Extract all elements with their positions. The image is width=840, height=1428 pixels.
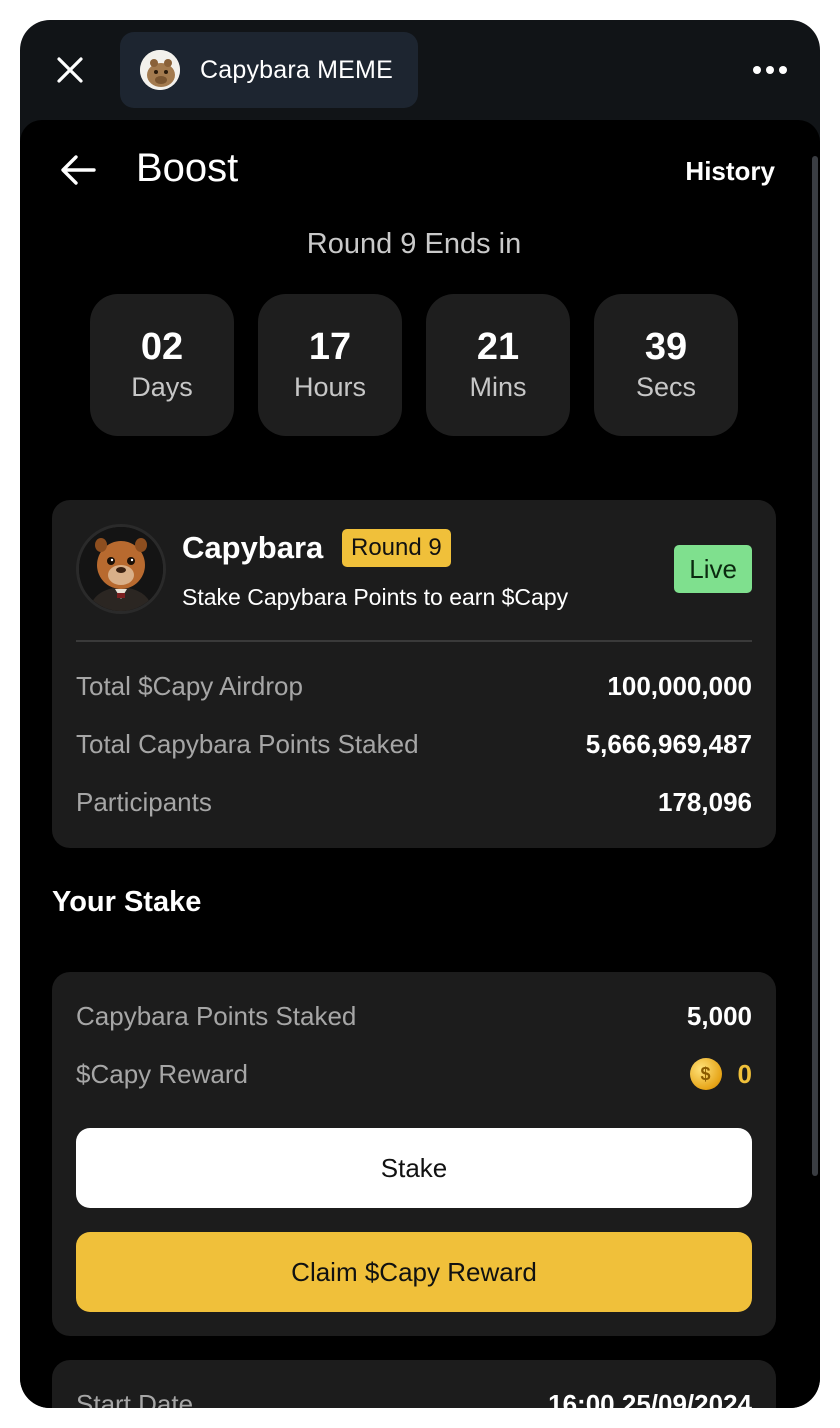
countdown-secs: 39 Secs — [594, 294, 738, 436]
app-avatar — [140, 50, 180, 90]
pool-info-card: Capybara Round 9 Live Stake Capybara Poi… — [52, 500, 776, 848]
countdown-mins: 21 Mins — [426, 294, 570, 436]
stake-row-points: Capybara Points Staked 5,000 — [76, 996, 752, 1036]
stat-label: Total Capybara Points Staked — [76, 728, 419, 759]
stake-points-value: 5,000 — [686, 1000, 752, 1031]
stat-label: Total $Capy Airdrop — [76, 670, 303, 701]
countdown-value: 17 — [308, 326, 352, 368]
countdown-timer: 02 Days 17 Hours 21 Mins 39 Secs — [90, 294, 738, 436]
stat-row-airdrop: Total $Capy Airdrop 100,000,000 — [76, 666, 752, 706]
countdown-unit: Secs — [635, 372, 697, 402]
countdown-unit: Hours — [293, 372, 367, 402]
countdown-value: 21 — [476, 326, 520, 368]
divider — [76, 640, 752, 642]
page-title: Boost — [136, 146, 239, 190]
countdown-unit: Mins — [469, 372, 527, 402]
countdown-unit: Days — [131, 372, 193, 402]
page-header: Boost History — [20, 120, 820, 220]
capybara-avatar-icon — [140, 50, 180, 90]
stake-points-label: Capybara Points Staked — [76, 1000, 357, 1031]
stat-row-participants: Participants 178,096 — [76, 782, 752, 822]
stat-value: 178,096 — [658, 786, 752, 817]
claim-reward-button[interactable]: Claim $Capy Reward — [76, 1232, 752, 1312]
mini-app-window: Capybara MEME Boost History Round 9 Ends… — [20, 20, 820, 1408]
date-row-start: Start Date 16:00 25/09/2024 — [76, 1384, 752, 1409]
boost-page: Boost History Round 9 Ends in 02 Days 17… — [20, 120, 820, 1408]
reward-value-group: $ 0 — [689, 1058, 752, 1090]
more-options-button[interactable] — [750, 56, 790, 84]
scrollbar[interactable] — [812, 156, 818, 1176]
round-dates-card: Start Date 16:00 25/09/2024 — [52, 1360, 776, 1408]
countdown-value: 39 — [644, 326, 688, 368]
status-badge: Live — [674, 545, 752, 593]
stat-label: Participants — [76, 786, 212, 817]
your-stake-card: Capybara Points Staked 5,000 $Capy Rewar… — [52, 972, 776, 1336]
close-button[interactable] — [50, 50, 90, 90]
start-date-value: 16:00 25/09/2024 — [548, 1388, 752, 1409]
stake-button[interactable]: Stake — [76, 1128, 752, 1208]
more-horizontal-icon — [766, 66, 774, 74]
app-title: Capybara MEME — [200, 55, 393, 84]
section-title-your-stake: Your Stake — [52, 886, 202, 918]
mini-app-topbar: Capybara MEME — [20, 20, 820, 120]
stat-value: 5,666,969,487 — [585, 728, 752, 759]
countdown-days: 02 Days — [90, 294, 234, 436]
round-badge: Round 9 — [342, 529, 451, 567]
arrow-left-icon — [61, 155, 96, 185]
pool-name: Capybara — [182, 530, 324, 565]
close-icon — [57, 57, 83, 83]
start-date-label: Start Date — [76, 1388, 194, 1409]
reward-label: $Capy Reward — [76, 1058, 248, 1089]
coin-icon: $ — [689, 1058, 722, 1090]
back-button[interactable] — [56, 148, 100, 192]
stat-value: 100,000,000 — [607, 670, 752, 701]
countdown-hours: 17 Hours — [258, 294, 402, 436]
more-horizontal-icon — [753, 66, 761, 74]
stake-row-reward: $Capy Reward $ 0 — [76, 1054, 752, 1094]
more-horizontal-icon — [779, 66, 787, 74]
stat-row-points-staked: Total Capybara Points Staked 5,666,969,4… — [76, 724, 752, 764]
countdown-caption: Round 9 Ends in — [306, 228, 522, 260]
capybara-mascot-icon — [79, 527, 163, 611]
countdown-value: 02 — [140, 326, 184, 368]
reward-value: 0 — [737, 1058, 752, 1089]
pool-subtitle: Stake Capybara Points to earn $Capy — [182, 584, 569, 610]
app-title-pill[interactable]: Capybara MEME — [120, 32, 418, 108]
history-link[interactable]: History — [685, 156, 775, 187]
capybara-mascot-image — [76, 524, 166, 614]
